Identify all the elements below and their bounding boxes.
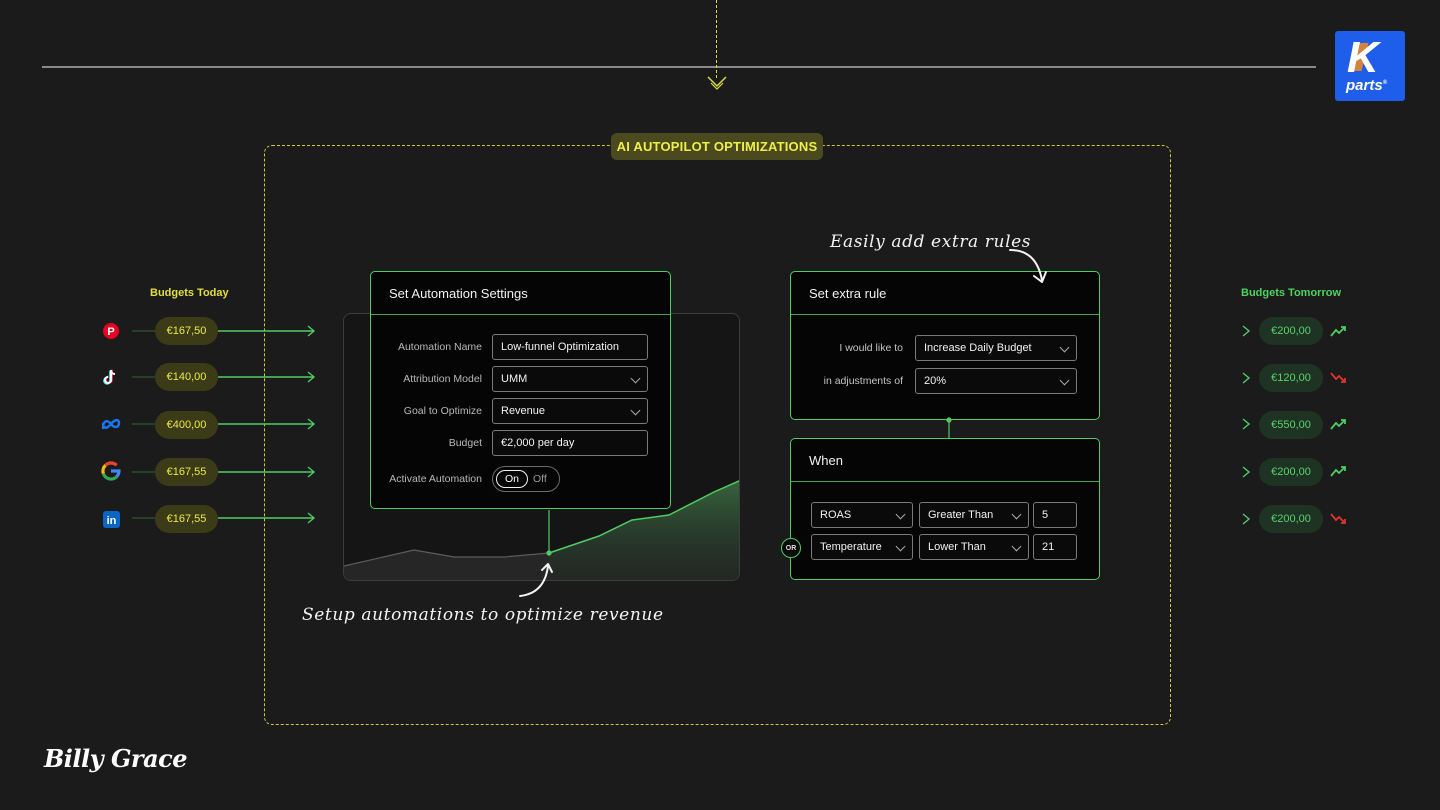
activate-row: Activate Automation On Off <box>371 466 672 492</box>
toggle-off[interactable]: Off <box>533 470 547 488</box>
chevron-down-icon <box>630 373 641 384</box>
automation-name-row: Automation Name Low-funnel Optimization <box>371 334 672 360</box>
chevron-down-icon <box>630 405 641 416</box>
condition-value-input[interactable]: 21 <box>1033 534 1077 560</box>
toggle-on[interactable]: On <box>496 470 528 488</box>
when-panel: When ROAS Greater Than 5 Temperature Low… <box>790 438 1100 580</box>
goal-row: Goal to Optimize Revenue <box>371 398 672 424</box>
attribution-model-select[interactable]: UMM <box>492 366 648 392</box>
panel-title: When <box>791 439 1099 482</box>
goal-label: Goal to Optimize <box>403 405 482 417</box>
adjustment-label: in adjustments of <box>823 375 903 387</box>
chevron-down-icon <box>1011 509 1022 520</box>
automation-name-label: Automation Name <box>397 341 482 353</box>
activate-toggle[interactable]: On Off <box>492 466 560 492</box>
attribution-model-label: Attribution Model <box>403 373 482 385</box>
activate-label: Activate Automation <box>389 473 482 485</box>
action-value: Increase Daily Budget <box>924 342 1032 354</box>
budget-row: Budget €2,000 per day <box>371 430 672 456</box>
condition-metric-select[interactable]: Temperature <box>811 534 913 560</box>
attribution-model-value: UMM <box>501 373 528 385</box>
goal-value: Revenue <box>501 405 546 417</box>
chevron-down-icon <box>1011 541 1022 552</box>
budget-label: Budget <box>448 437 482 449</box>
panel-title: Set extra rule <box>791 272 1099 315</box>
budget-input[interactable]: €2,000 per day <box>492 430 648 456</box>
condition-operator: Lower Than <box>928 541 986 553</box>
condition-metric: ROAS <box>820 509 852 521</box>
extra-rule-panel: Set extra rule I would like to Increase … <box>790 271 1100 420</box>
curved-arrow-icon <box>1009 249 1047 283</box>
extra-rules-annotation: Easily add extra rules <box>830 232 1032 252</box>
automation-name-input[interactable]: Low-funnel Optimization <box>492 334 648 360</box>
condition-value-input[interactable]: 5 <box>1033 502 1077 528</box>
condition-metric-select[interactable]: ROAS <box>811 502 913 528</box>
adjustment-select[interactable]: 20% <box>915 368 1077 394</box>
billy-grace-logo: Billy Grace <box>44 744 188 773</box>
chevron-down-icon <box>1059 375 1070 386</box>
curved-arrow-icon <box>519 563 553 597</box>
condition-operator: Greater Than <box>928 509 994 521</box>
chevron-down-icon <box>1059 342 1070 353</box>
adjustment-value: 20% <box>924 375 947 387</box>
chevron-down-icon <box>895 541 906 552</box>
action-select[interactable]: Increase Daily Budget <box>915 335 1077 361</box>
setup-annotation: Setup automations to optimize revenue <box>302 605 664 625</box>
or-badge[interactable]: OR <box>781 538 801 558</box>
chevron-down-icon <box>895 509 906 520</box>
condition-operator-select[interactable]: Lower Than <box>919 534 1029 560</box>
action-label: I would like to <box>839 342 903 354</box>
goal-select[interactable]: Revenue <box>492 398 648 424</box>
panel-connector <box>946 417 952 440</box>
condition-operator-select[interactable]: Greater Than <box>919 502 1029 528</box>
attribution-model-row: Attribution Model UMM <box>371 366 672 392</box>
condition-metric: Temperature <box>820 541 882 553</box>
automation-settings-panel: Set Automation Settings Automation Name … <box>370 271 671 509</box>
panel-title: Set Automation Settings <box>371 272 670 315</box>
